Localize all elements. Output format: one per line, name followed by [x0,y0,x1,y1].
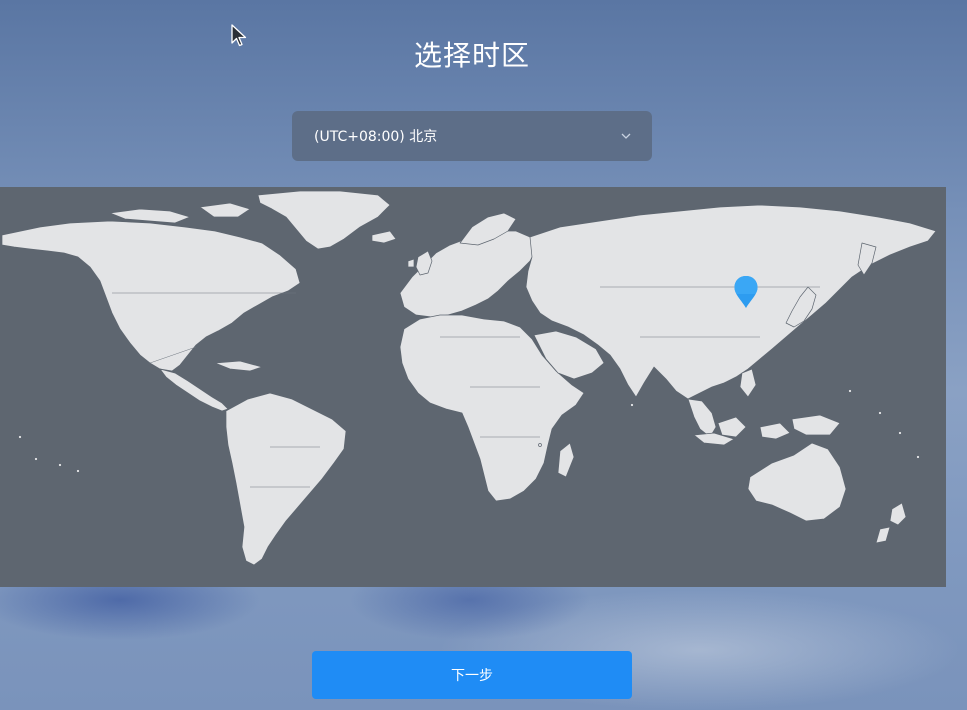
next-button[interactable]: 下一步 [312,651,632,699]
page-title: 选择时区 [413,39,530,72]
world-map-land [1,190,937,566]
timezone-select-value: (UTC+08:00) 北京 [314,129,438,145]
world-map[interactable] [0,187,946,587]
chevron-down-icon [621,133,631,139]
timezone-select[interactable]: (UTC+08:00) 北京 [292,111,652,161]
location-pin-icon[interactable] [733,275,759,309]
